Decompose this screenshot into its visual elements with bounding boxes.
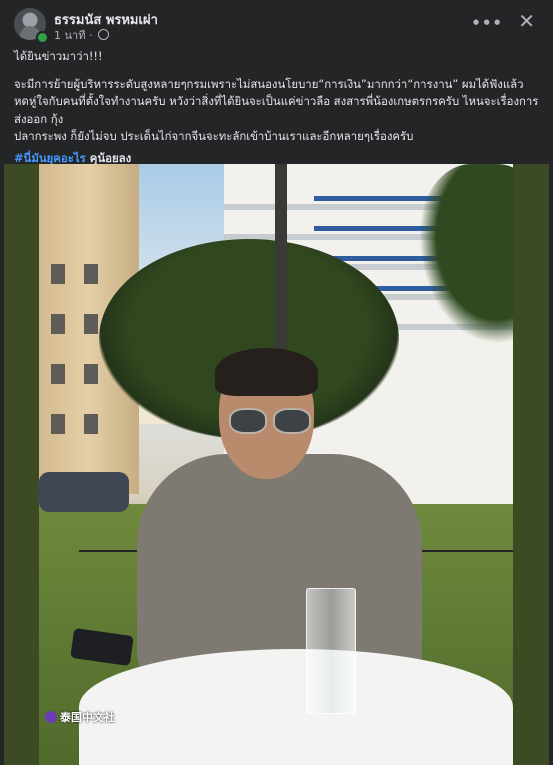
photo-car bbox=[39, 472, 129, 512]
post-meta: 1 นาที · bbox=[54, 26, 109, 44]
hashtag-link[interactable]: #นี่มันยุคอะไร bbox=[14, 151, 86, 165]
close-button[interactable]: ✕ bbox=[518, 10, 535, 32]
photo-water-glass bbox=[306, 588, 356, 714]
hashtag-suffix: คุน้อยลง bbox=[85, 150, 132, 165]
caption-line-2: จะมีการย้ายผู้บริหารระดับสูงหลายๆกรมเพรา… bbox=[14, 76, 539, 126]
watermark-text: 泰国中文社 bbox=[60, 711, 115, 724]
more-options-button[interactable]: ••• bbox=[471, 14, 503, 32]
watermark-logo-icon bbox=[45, 711, 57, 723]
photo-person-hair bbox=[215, 348, 318, 396]
globe-icon bbox=[97, 29, 109, 40]
post-time[interactable]: 1 นาที bbox=[54, 29, 85, 42]
photo-container: 泰国中文社 bbox=[4, 164, 549, 765]
photo-tree-right bbox=[419, 164, 513, 344]
post-caption: ได้ยินข่าวมาว่า!!! จะมีการย้ายผู้บริหารร… bbox=[14, 48, 542, 167]
post-header: ธรรมนัส พรหมเผ่า 1 นาที · ••• ✕ bbox=[14, 8, 539, 44]
online-status-dot bbox=[36, 31, 49, 44]
photo-table bbox=[79, 649, 513, 765]
meta-separator: · bbox=[88, 29, 93, 42]
photo-watermark: 泰国中文社 bbox=[45, 709, 115, 725]
facebook-post: ธรรมนัส พรหมเผ่า 1 นาที · ••• ✕ ได้ยินข่… bbox=[0, 0, 553, 765]
caption-line-3: ปลากระพง ก็ยังไม่จบ ประเด็นไก่จากจีนจะทะ… bbox=[14, 129, 414, 143]
photo-sunglasses bbox=[229, 408, 311, 434]
caption-line-1: ได้ยินข่าวมาว่า!!! bbox=[14, 49, 103, 63]
post-photo[interactable]: 泰国中文社 bbox=[39, 164, 513, 765]
